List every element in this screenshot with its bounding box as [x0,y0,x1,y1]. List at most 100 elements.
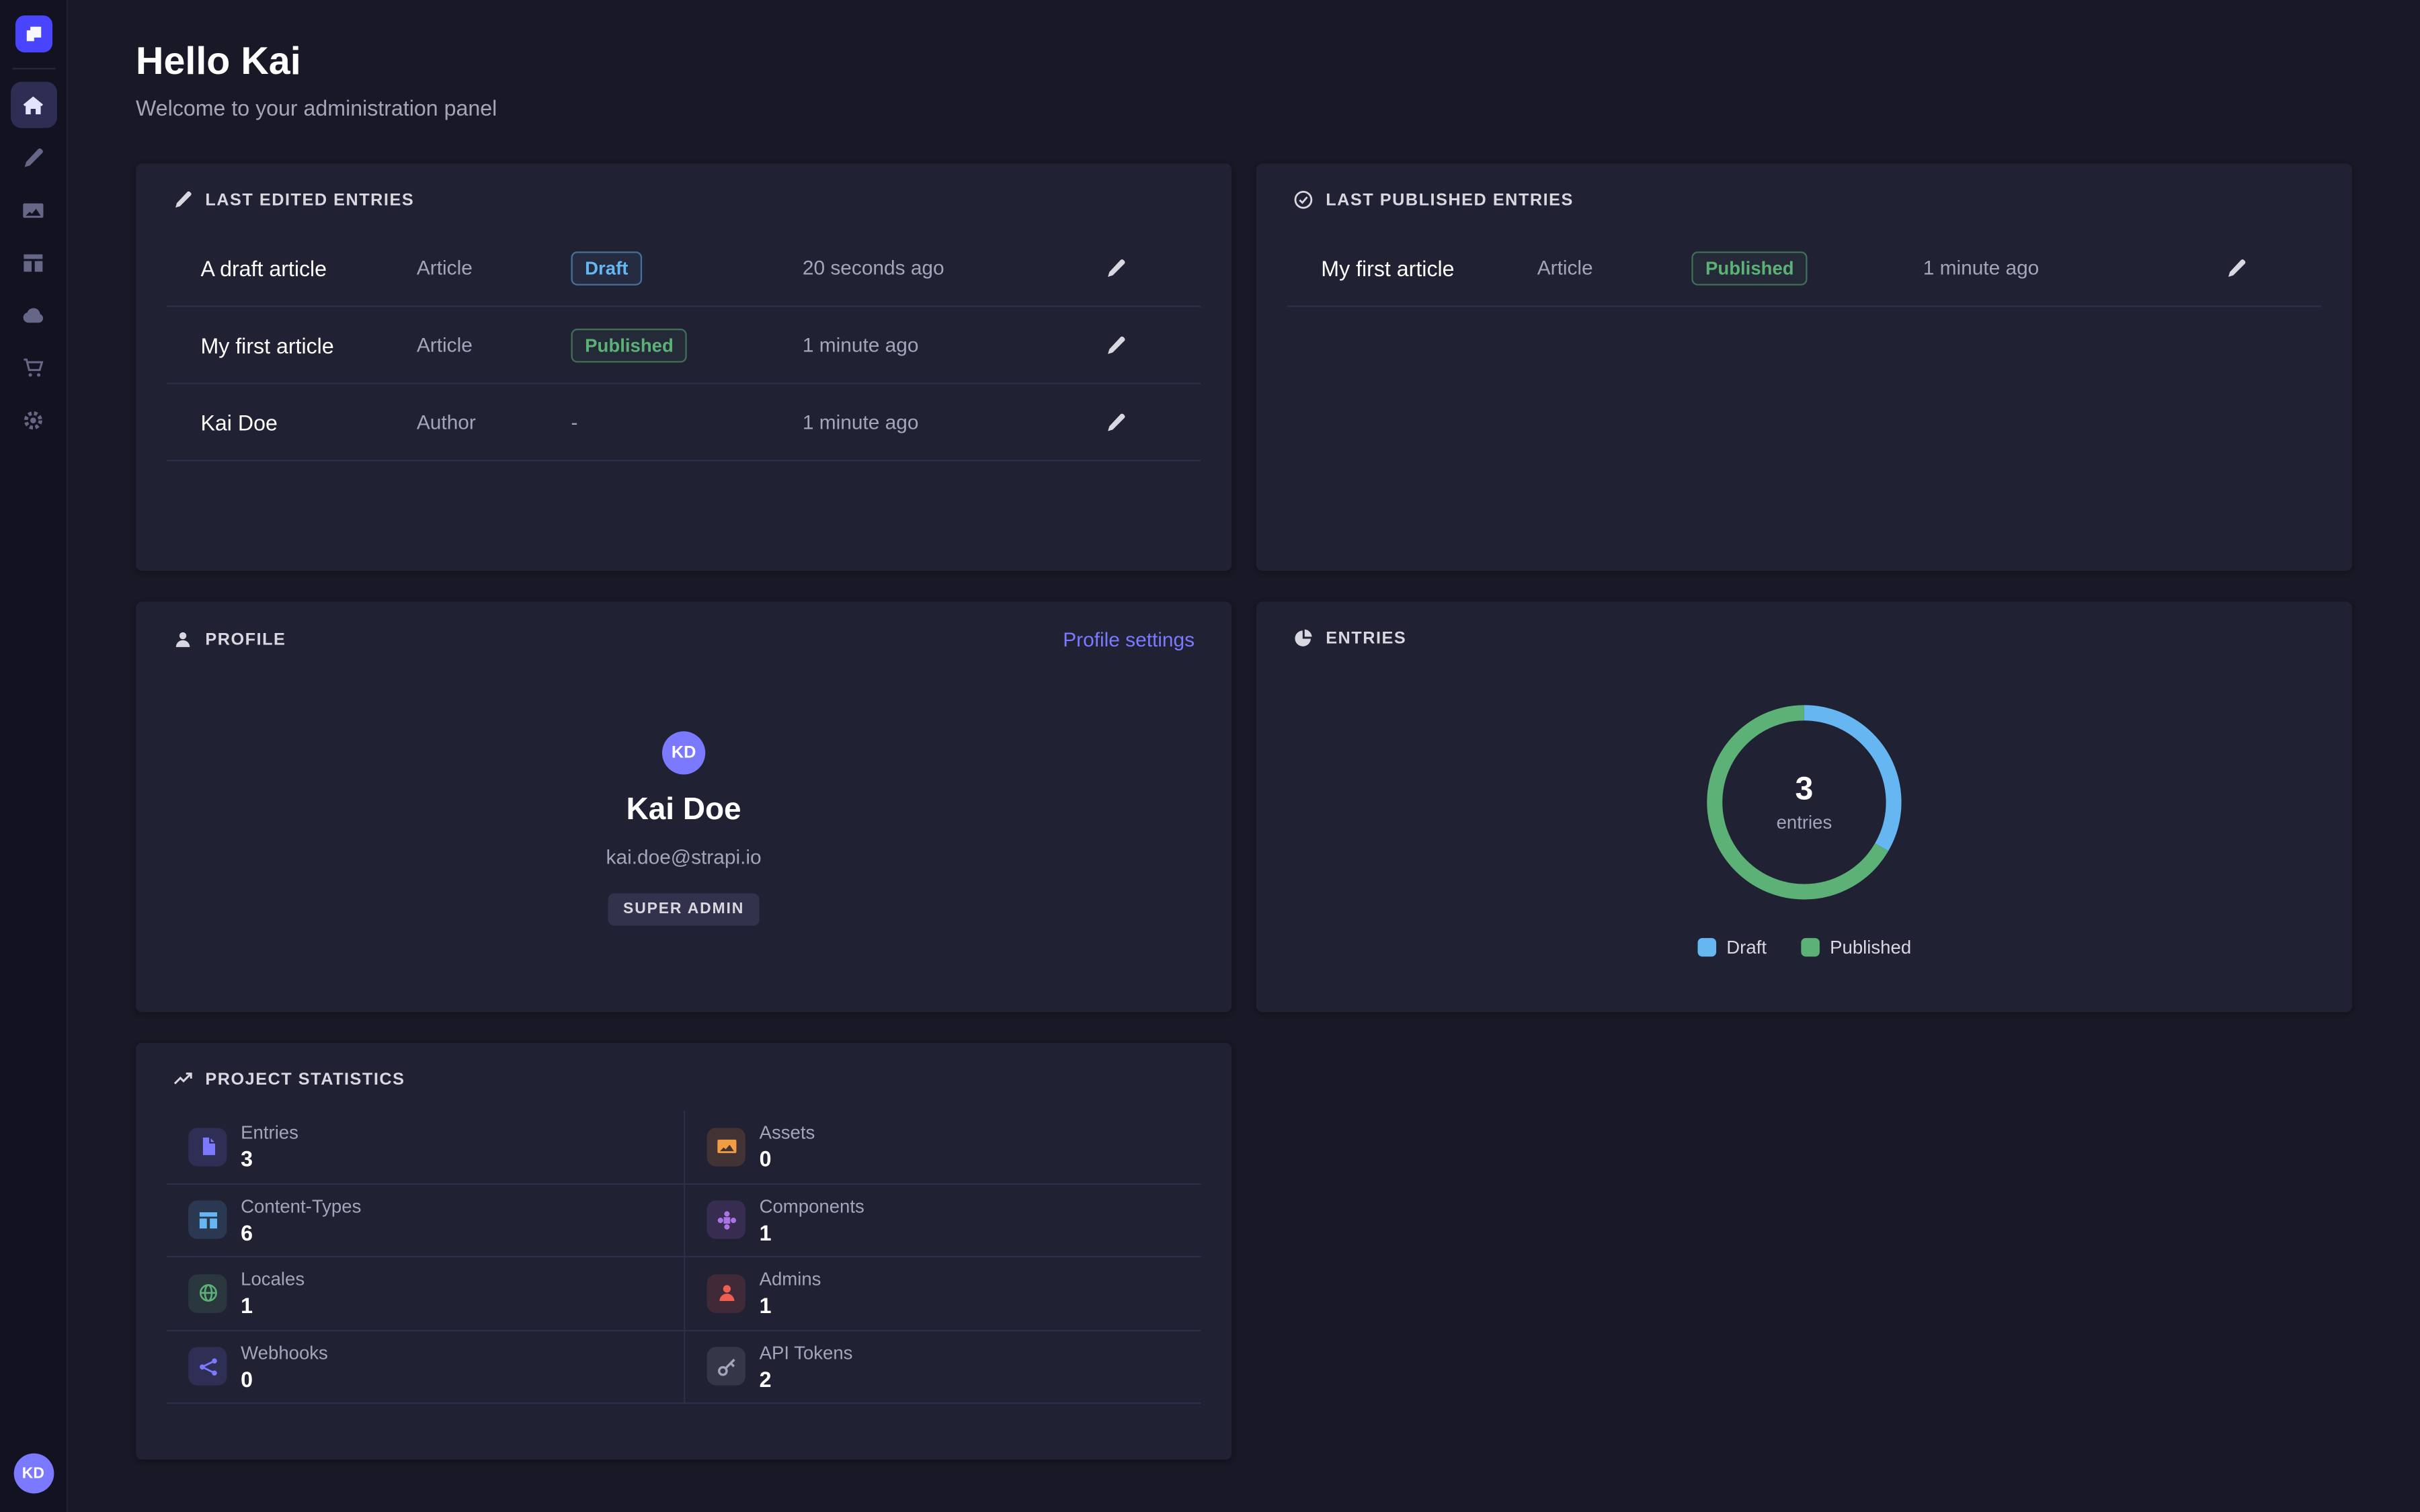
main-content: Hello Kai Welcome to your administration… [68,0,2420,1512]
last-edited-entries-widget: LAST EDITED ENTRIES A draft article Arti… [136,163,1232,571]
strapi-logo[interactable] [15,15,52,52]
entry-title: My first article [200,333,416,358]
edit-entry-button[interactable] [2215,246,2258,289]
draft-swatch [1697,938,1716,957]
profile-body: KD Kai Doe kai.doe@strapi.io SUPER ADMIN [136,731,1232,925]
status-badge: Published [571,328,687,362]
last-published-table: My first article Article Published 1 min… [1287,230,2321,307]
entry-kind: Article [417,333,571,356]
stat-label: Locales [241,1269,305,1290]
sidebar-item-content-type-builder[interactable] [10,239,56,286]
entry-time: 1 minute ago [803,333,1031,356]
profile-widget: PROFILE Profile settings KD Kai Doe kai.… [136,601,1232,1012]
admins-icon [707,1274,745,1312]
entries-donut [1696,694,1912,910]
assets-icon [707,1128,745,1166]
pencil-icon [2226,257,2247,278]
sidebar-item-media-library[interactable] [10,187,56,233]
chart-pie-icon [1293,628,1314,648]
entry-time: 20 seconds ago [803,256,1031,279]
home-icon [22,93,44,116]
edit-entry-button[interactable] [1094,401,1137,444]
stat-admins: Admins1 [684,1257,1201,1331]
widget-header: ENTRIES [1256,601,2352,648]
media-library-icon [22,198,44,221]
status-badge: Draft [571,251,642,285]
edit-entry-button[interactable] [1094,323,1137,366]
page-title: Hello Kai [136,40,2352,85]
table-row[interactable]: A draft article Article Draft 20 seconds… [167,230,1201,307]
entry-kind: Article [1537,256,1692,279]
edit-entry-button[interactable] [1094,246,1137,289]
stat-content-types: Content-Types6 [167,1184,684,1257]
entry-title: My first article [1321,255,1537,280]
widget-title: PROJECT STATISTICS [205,1070,405,1089]
stat-value: 3 [241,1146,298,1171]
check-circle-icon [1293,190,1314,210]
stat-value: 2 [760,1367,853,1392]
widget-title: LAST PUBLISHED ENTRIES [1326,191,1574,210]
profile-name: Kai Doe [627,793,741,829]
table-row[interactable]: My first article Article Published 1 min… [1287,230,2321,307]
stat-entries: Entries3 [167,1111,684,1184]
legend-label: Published [1830,937,1911,958]
app: KD Hello Kai Welcome to your administrat… [0,0,2420,1512]
sidebar-divider [11,68,54,69]
webhooks-icon [188,1347,227,1386]
stat-label: Assets [760,1122,815,1144]
content-types-icon [188,1201,227,1239]
role-badge: SUPER ADMIN [608,893,760,925]
status-badge: Published [1691,251,1808,285]
entry-time: 1 minute ago [803,411,1031,433]
last-edited-table: A draft article Article Draft 20 seconds… [167,230,1201,461]
widget-title: PROFILE [205,630,286,649]
stat-label: Components [760,1195,864,1217]
table-row[interactable]: Kai Doe Author - 1 minute ago [167,384,1201,462]
pencil-icon [1105,411,1127,433]
entries-widget: ENTRIES 3 entries Draft [1256,601,2352,1012]
user-icon [173,630,193,650]
table-row[interactable]: My first article Article Published 1 min… [167,307,1201,384]
components-icon [707,1201,745,1239]
stat-label: API Tokens [760,1342,853,1363]
sidebar-item-home[interactable] [10,82,56,128]
profile-email: kai.doe@strapi.io [606,845,762,868]
stat-locales: Locales 1 [167,1257,684,1331]
sidebar-nav [10,82,56,443]
entry-kind: Article [417,256,571,279]
entries-icon [188,1128,227,1166]
sidebar-item-content-manager[interactable] [10,134,56,181]
stat-webhooks: Webhooks0 [167,1331,684,1404]
profile-avatar: KD [662,731,705,774]
strapi-logo-icon [21,22,46,46]
user-avatar[interactable]: KD [13,1454,54,1494]
last-published-entries-widget: LAST PUBLISHED ENTRIES My first article … [1256,163,2352,571]
sidebar-item-settings[interactable] [10,396,56,443]
sidebar-footer: KD [13,1454,54,1494]
chart-legend: Draft Published [1697,937,1912,958]
entries-chart: 3 entries Draft Published [1256,694,2352,958]
trending-up-icon [173,1069,193,1089]
pencil-icon [1105,257,1127,278]
profile-settings-link[interactable]: Profile settings [1063,628,1195,650]
legend-item-published: Published [1801,937,1912,958]
stat-value: 6 [241,1220,361,1245]
cloud-icon [22,303,44,326]
entry-time: 1 minute ago [1923,256,2152,279]
widget-header: LAST PUBLISHED ENTRIES [1256,163,2352,210]
project-statistics-widget: PROJECT STATISTICS Entries3 As [136,1043,1232,1460]
widget-title: LAST EDITED ENTRIES [205,191,414,210]
stat-value: 1 [241,1294,305,1318]
widgets-grid: LAST EDITED ENTRIES A draft article Arti… [136,163,2352,1460]
widget-header: PROJECT STATISTICS [136,1043,1232,1089]
stat-components: Components1 [684,1184,1201,1257]
stat-assets: Assets0 [684,1111,1201,1184]
sidebar-item-cloud[interactable] [10,292,56,338]
published-swatch [1801,938,1820,957]
widget-header: PROFILE Profile settings [136,601,1232,650]
cart-icon [22,355,44,378]
stat-label: Webhooks [241,1342,328,1363]
pencil-icon [22,146,44,169]
sidebar-item-marketplace[interactable] [10,344,56,390]
sidebar: KD [0,0,68,1512]
